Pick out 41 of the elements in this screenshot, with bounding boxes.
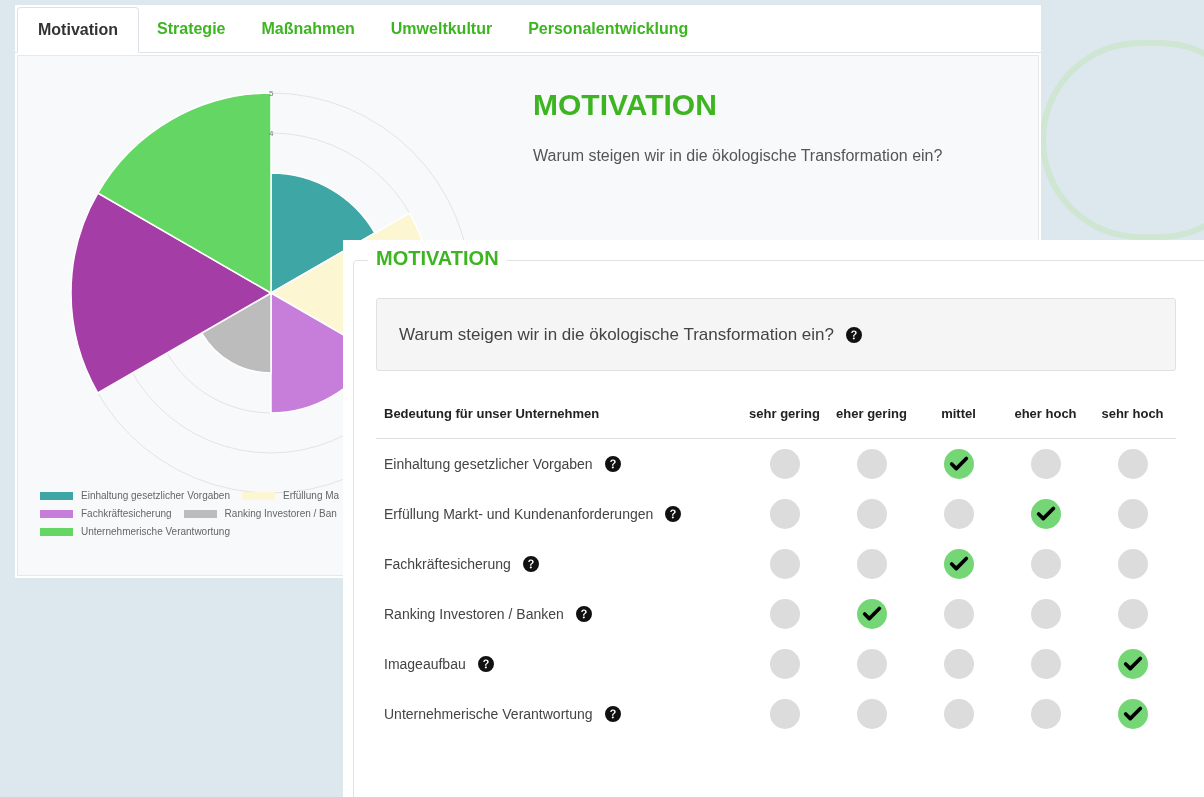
help-icon[interactable] [845, 326, 862, 343]
legend-label: Fachkräftesicherung [81, 507, 172, 521]
scale-label: 5 [269, 89, 274, 98]
help-icon[interactable] [604, 456, 621, 472]
row-label: Unternehmerische Verantwortung [384, 704, 593, 724]
scale-label: 4 [269, 129, 274, 138]
column-header: Bedeutung für unser Unternehmen [383, 404, 601, 423]
tab[interactable]: Maßnahmen [243, 6, 373, 52]
help-icon[interactable] [477, 656, 494, 672]
rating-option[interactable] [943, 449, 974, 479]
section-heading: MOTIVATION [533, 87, 718, 123]
row-label: Einhaltung gesetzlicher Vorgaben [384, 454, 593, 474]
row-label: Erfüllung Markt- und Kundenanforderungen [384, 504, 654, 524]
column-header: mittel [940, 404, 977, 423]
row-label: Ranking Investoren / Banken [384, 604, 564, 624]
question-text: Warum steigen wir in die ökologische Transformation ein? [399, 323, 834, 346]
legend-label: Erfüllung Ma [283, 489, 340, 503]
rating-option[interactable] [1117, 699, 1148, 729]
column-header: sehr gering [748, 404, 821, 423]
section-subtitle: Warum steigen wir in die ökologische Transformation ein? [533, 145, 943, 166]
rating-option[interactable] [943, 549, 974, 579]
help-icon[interactable] [604, 706, 621, 722]
row-label: Imageaufbau [384, 654, 466, 674]
rating-option[interactable] [1030, 499, 1061, 529]
fieldset-legend: MOTIVATION [368, 248, 507, 268]
row-label: Fachkräftesicherung [384, 554, 511, 574]
column-header: eher hoch [1013, 404, 1078, 423]
tab[interactable]: Personalentwicklung [510, 6, 707, 52]
tab[interactable]: Umweltkultur [372, 6, 511, 52]
tab[interactable]: Motivation [17, 7, 139, 53]
legend-label: Einhaltung gesetzlicher Vorgaben [81, 489, 230, 503]
rating-option[interactable] [1117, 649, 1148, 679]
column-header: sehr hoch [1100, 404, 1165, 423]
help-icon[interactable] [665, 506, 682, 522]
column-header: eher gering [835, 404, 908, 423]
tab[interactable]: Strategie [139, 6, 244, 52]
rating-option[interactable] [856, 599, 887, 629]
help-icon[interactable] [522, 556, 539, 572]
legend-label: Unternehmerische Verantwortung [81, 525, 230, 539]
help-icon[interactable] [575, 606, 592, 622]
legend-label: Ranking Investoren / Ban [224, 507, 337, 521]
